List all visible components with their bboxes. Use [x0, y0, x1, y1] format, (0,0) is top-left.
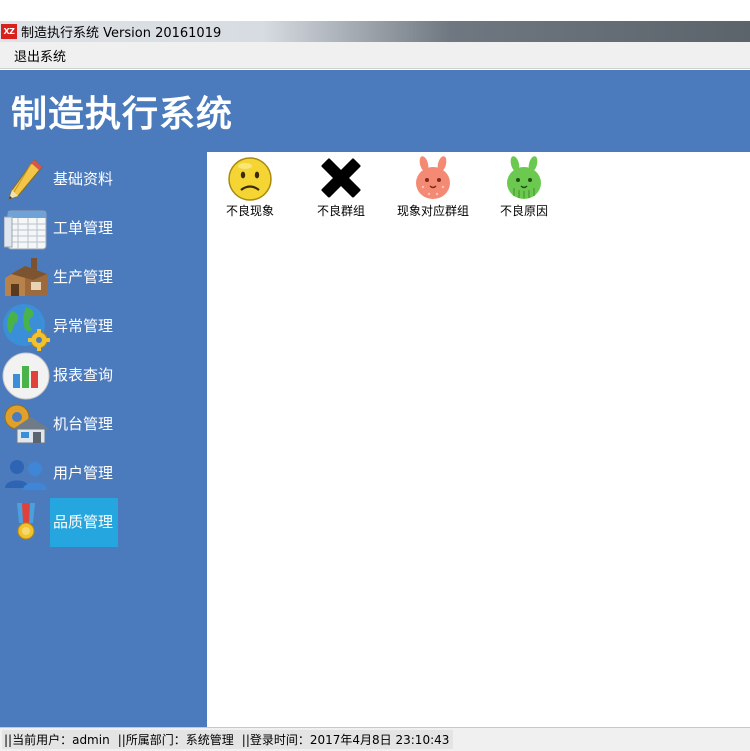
factory-icon — [2, 254, 50, 302]
black-x-icon — [317, 154, 365, 202]
status-current-user: ||当前用户：admin — [4, 733, 110, 747]
window-title: 制造执行系统 Version 20161019 — [21, 26, 222, 41]
users-icon — [2, 450, 50, 498]
sidebar: 基础资料 工单管理 生产管理 异常管理 报表查询 机台管理 用户管理 品质管理 — [0, 152, 207, 727]
sidebar-item-label: 基础资料 — [53, 170, 114, 188]
medal-icon — [2, 499, 50, 547]
sidebar-item-label: 用户管理 — [53, 464, 114, 482]
status-login-time: ||登录时间：2017年4月8日 23:10:43 — [241, 733, 450, 747]
sidebar-item-exception[interactable]: 异常管理 — [0, 302, 207, 351]
sidebar-item-label: 报表查询 — [53, 366, 114, 384]
pencil-icon — [2, 156, 50, 204]
sidebar-item-machines[interactable]: 机台管理 — [0, 400, 207, 449]
content-area: 不良现象 不良群组 现象对应群组 不良原因 — [208, 152, 750, 727]
app-logo-icon: XZ — [1, 24, 17, 39]
sidebar-item-label: 品质管理 — [50, 498, 118, 547]
tile-label: 现象对应群组 — [396, 204, 469, 218]
sidebar-item-reports[interactable]: 报表查询 — [0, 351, 207, 400]
sidebar-item-label: 工单管理 — [53, 219, 114, 237]
sidebar-item-label: 机台管理 — [53, 415, 114, 433]
sidebar-item-label: 异常管理 — [53, 317, 114, 335]
status-bar: ||当前用户：admin ||所属部门：系统管理 ||登录时间：2017年4月8… — [0, 727, 750, 751]
sad-face-icon — [226, 154, 274, 202]
menu-exit-system[interactable]: 退出系统 — [13, 44, 67, 67]
machine-house-icon — [2, 401, 50, 449]
tile-label: 不良现象 — [225, 204, 274, 218]
title-bar[interactable]: XZ 制造执行系统 Version 20161019 — [0, 21, 750, 42]
menu-bar: 退出系统 — [0, 42, 750, 69]
sidebar-item-users[interactable]: 用户管理 — [0, 449, 207, 498]
page-title: 制造执行系统 — [11, 94, 234, 135]
status-panel: ||当前用户：admin ||所属部门：系统管理 ||登录时间：2017年4月8… — [2, 730, 454, 749]
bar-chart-icon — [2, 352, 50, 400]
tile-label: 不良群组 — [316, 204, 365, 218]
sidebar-item-quality[interactable]: 品质管理 — [0, 498, 207, 547]
tile-defect-cause[interactable]: 不良原因 — [479, 152, 569, 222]
tile-defect-group[interactable]: 不良群组 — [296, 152, 386, 222]
sidebar-item-label: 生产管理 — [53, 268, 114, 286]
spreadsheet-icon — [2, 205, 50, 253]
tile-phenomenon-group-mapping[interactable]: 现象对应群组 — [388, 152, 478, 222]
globe-gear-icon — [2, 303, 50, 351]
top-strip — [0, 0, 750, 21]
sidebar-item-production[interactable]: 生产管理 — [0, 253, 207, 302]
status-department: ||所属部门：系统管理 — [117, 733, 234, 747]
tile-defect-phenomenon[interactable]: 不良现象 — [205, 152, 295, 222]
header-banner: 制造执行系统 — [0, 70, 750, 152]
sidebar-item-work-order[interactable]: 工单管理 — [0, 204, 207, 253]
green-bunny-icon — [500, 154, 548, 202]
pink-bunny-icon — [409, 154, 457, 202]
tile-label: 不良原因 — [499, 204, 548, 218]
sidebar-item-basic-data[interactable]: 基础资料 — [0, 155, 207, 204]
